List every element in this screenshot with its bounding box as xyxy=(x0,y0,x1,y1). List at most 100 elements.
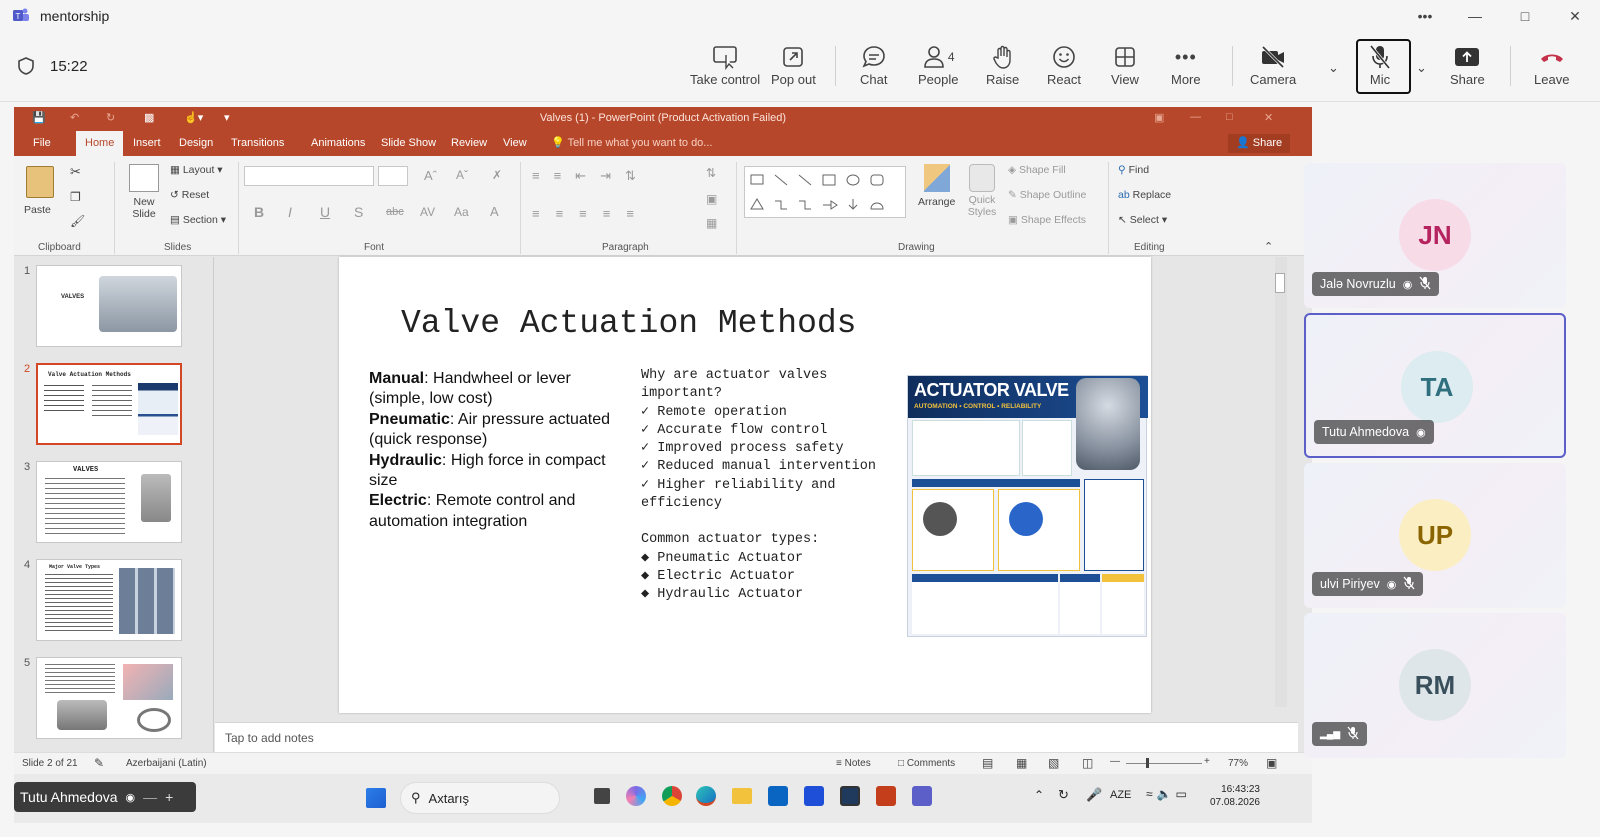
input-language[interactable]: AZE xyxy=(1110,789,1131,801)
app-icon-2[interactable] xyxy=(840,786,860,806)
participant-tile[interactable]: JN Jalə Novruzlu ◉ xyxy=(1304,163,1566,308)
pop-out-button[interactable]: Pop out xyxy=(771,42,816,87)
zoom-level[interactable]: 77% xyxy=(1228,758,1248,769)
slideshow-view-icon[interactable]: ◫ xyxy=(1082,756,1093,770)
taskbar-clock[interactable]: 16:43:23 07.08.2026 xyxy=(1204,783,1260,809)
new-slide-button[interactable]: New Slide xyxy=(124,164,164,220)
char-spacing-icon[interactable]: AV xyxy=(420,205,435,219)
participant-tile[interactable]: RM ▂▄▆ xyxy=(1304,613,1566,758)
share-button[interactable]: Share xyxy=(1450,42,1485,87)
reading-view-icon[interactable]: ▧ xyxy=(1048,756,1059,770)
notes-pane[interactable]: Tap to add notes xyxy=(215,722,1298,752)
tab-transitions[interactable]: Transitions xyxy=(222,131,293,156)
zoom-in-icon[interactable]: + xyxy=(1204,756,1210,767)
italic-icon[interactable]: I xyxy=(288,204,292,220)
plus-icon[interactable]: + xyxy=(165,789,173,805)
mic-button[interactable]: Mic xyxy=(1368,42,1392,87)
clear-format-icon[interactable]: ✗ xyxy=(492,168,502,182)
shrink-font-icon[interactable]: Aˇ xyxy=(456,168,468,182)
language-indicator[interactable]: Azerbaijani (Latin) xyxy=(126,758,207,769)
align-text-icon[interactable]: ▣ xyxy=(706,192,717,206)
ppt-ribbon-display-icon[interactable]: ▣ xyxy=(1154,111,1164,124)
shapes-gallery[interactable] xyxy=(744,166,906,218)
ppt-maximize-icon[interactable]: □ xyxy=(1226,111,1233,123)
windows-start-icon[interactable] xyxy=(366,788,386,808)
vertical-scrollbar[interactable] xyxy=(1275,257,1287,707)
ppt-minimize-icon[interactable]: — xyxy=(1190,111,1201,123)
tab-animations[interactable]: Animations xyxy=(302,131,374,156)
shadow-icon[interactable]: S xyxy=(354,204,363,220)
slide-title[interactable]: Valve Actuation Methods xyxy=(401,305,856,342)
tab-insert[interactable]: Insert xyxy=(124,131,170,156)
people-button[interactable]: 4 People xyxy=(918,42,958,87)
format-painter-icon[interactable]: 🖌 xyxy=(70,214,85,228)
arrange-button[interactable]: Arrange xyxy=(918,164,955,208)
methods-textbox[interactable]: Manual: Handwheel or lever (simple, low … xyxy=(369,369,629,532)
change-case-icon[interactable]: Aa xyxy=(454,205,469,219)
bold-icon[interactable]: B xyxy=(254,204,264,220)
zoom-slider[interactable] xyxy=(1126,763,1202,764)
reset-button[interactable]: ↺ Reset xyxy=(170,189,209,201)
ppt-share-button[interactable]: 👤 Share xyxy=(1228,134,1291,153)
chrome-icon[interactable] xyxy=(662,786,682,806)
smartart-icon[interactable]: ▦ xyxy=(706,216,717,230)
camera-options-chevron-icon[interactable]: ⌄ xyxy=(1328,60,1339,76)
task-view-icon[interactable] xyxy=(594,788,610,804)
slide-thumbnail-5[interactable] xyxy=(36,657,182,739)
take-control-button[interactable]: Take control xyxy=(690,42,760,87)
minimize-button[interactable]: — xyxy=(1450,0,1500,32)
mic-options-chevron-icon[interactable]: ⌄ xyxy=(1416,60,1427,76)
zoom-out-icon[interactable]: — xyxy=(1110,756,1120,767)
powerpoint-icon[interactable] xyxy=(876,786,896,806)
layout-button[interactable]: ▦ Layout ▾ xyxy=(170,164,223,176)
comments-toggle[interactable]: □ Comments xyxy=(898,758,955,769)
collapse-ribbon-icon[interactable]: ⌃ xyxy=(1264,240,1273,253)
quick-styles-button[interactable]: Quick Styles xyxy=(962,164,1002,218)
chat-button[interactable]: Chat xyxy=(860,42,887,87)
edge-icon[interactable] xyxy=(696,786,716,806)
view-button[interactable]: View xyxy=(1111,42,1139,87)
ppt-close-icon[interactable]: ✕ xyxy=(1264,111,1273,124)
raise-hand-button[interactable]: Raise xyxy=(986,42,1019,87)
shield-icon[interactable] xyxy=(16,56,36,81)
taskbar-search[interactable]: ⚲ Axtarış xyxy=(400,782,560,814)
slide-sorter-icon[interactable]: ▦ xyxy=(1016,756,1027,770)
wifi-volume-battery-icon[interactable]: ≈🔈▭ xyxy=(1146,787,1191,801)
replace-button[interactable]: ab Replace xyxy=(1118,189,1171,201)
outlook-icon[interactable] xyxy=(768,786,788,806)
copilot-icon[interactable] xyxy=(626,786,646,806)
copy-icon[interactable]: ❐ xyxy=(70,190,81,204)
tray-overflow-icon[interactable]: ⌃ xyxy=(1034,788,1044,802)
grow-font-icon[interactable]: Aˆ xyxy=(424,168,437,183)
fit-to-window-icon[interactable]: ▣ xyxy=(1266,756,1277,770)
slide-thumbnail-4[interactable]: Major Valve Types xyxy=(36,559,182,641)
select-button[interactable]: ↖ Select ▾ xyxy=(1118,214,1167,226)
more-options-icon[interactable]: ••• xyxy=(1400,0,1450,32)
why-textbox[interactable]: Why are actuator valves important? ✓ Rem… xyxy=(641,367,891,605)
paragraph-list-icons[interactable]: ≡≡⇤⇥⇅ xyxy=(532,168,650,184)
normal-view-icon[interactable]: ▤ xyxy=(982,756,993,770)
shape-fill-button[interactable]: ◈ Shape Fill xyxy=(1008,164,1066,176)
shape-effects-button[interactable]: ▣ Shape Effects xyxy=(1008,214,1086,226)
strikethrough-icon[interactable]: abc xyxy=(386,206,404,218)
tab-view[interactable]: View xyxy=(494,131,536,156)
slide-thumbnail-1[interactable]: VALVES xyxy=(36,265,182,347)
react-button[interactable]: React xyxy=(1047,42,1081,87)
paste-button[interactable]: Paste xyxy=(24,166,54,216)
teams-icon[interactable] xyxy=(912,786,932,806)
font-size-box[interactable] xyxy=(378,166,408,186)
font-name-box[interactable] xyxy=(244,166,374,186)
more-button[interactable]: ••• More xyxy=(1171,42,1201,88)
sync-icon[interactable]: ↻ xyxy=(1058,787,1069,803)
camera-button[interactable]: Camera xyxy=(1250,42,1296,87)
leave-button[interactable]: Leave xyxy=(1534,42,1569,87)
zoom-slider-thumb[interactable] xyxy=(1146,758,1149,768)
close-button[interactable]: ✕ xyxy=(1550,0,1600,32)
file-explorer-icon[interactable] xyxy=(732,788,752,804)
section-button[interactable]: ▤ Section ▾ xyxy=(170,214,226,226)
minus-icon[interactable]: — xyxy=(143,789,157,805)
participant-tile[interactable]: TA Tutu Ahmedova ◉ xyxy=(1304,313,1566,458)
slide-thumbnail-3[interactable]: VALVES xyxy=(36,461,182,543)
find-button[interactable]: ⚲ Find xyxy=(1118,164,1149,176)
tab-design[interactable]: Design xyxy=(170,131,222,156)
